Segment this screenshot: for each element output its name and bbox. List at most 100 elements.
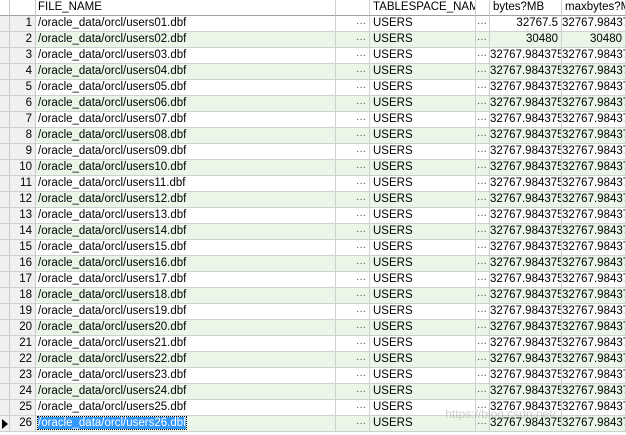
row-indicator[interactable] (0, 400, 10, 416)
cell-bytes-mb[interactable]: 32767.984375 (490, 352, 562, 368)
table-row[interactable]: 21/oracle_data/orcl/users21.dbf ··· USERS ·… (0, 336, 626, 352)
cell-tablespace-name[interactable]: USERS (370, 80, 476, 96)
cell-bytes-mb[interactable]: 32767.984375 (490, 256, 562, 272)
cell-tablespace-name[interactable]: USERS (370, 400, 476, 416)
cell-expand-button-2[interactable]: ··· (476, 176, 490, 192)
cell-file-name[interactable]: /oracle_data/orcl/users14.dbf (36, 224, 336, 240)
cell-maxbytes-mb[interactable]: 32767.984375 (562, 144, 626, 160)
table-row[interactable]: 6/oracle_data/orcl/users06.dbf ··· USERS ··… (0, 96, 626, 112)
cell-file-name[interactable]: /oracle_data/orcl/users15.dbf (36, 240, 336, 256)
cell-expand-button-2[interactable]: ··· (476, 16, 490, 32)
cell-tablespace-name[interactable]: USERS (370, 288, 476, 304)
row-indicator[interactable] (0, 32, 10, 48)
cell-bytes-mb[interactable]: 32767.984375 (490, 160, 562, 176)
row-indicator[interactable] (0, 176, 10, 192)
cell-expand-button-2[interactable]: ··· (476, 32, 490, 48)
cell-tablespace-name[interactable]: USERS (370, 144, 476, 160)
cell-bytes-mb[interactable]: 32767.984375 (490, 96, 562, 112)
cell-file-name[interactable]: /oracle_data/orcl/users06.dbf (36, 96, 336, 112)
cell-expand-button[interactable]: ··· (336, 16, 370, 32)
cell-maxbytes-mb[interactable]: 32767.984375 (562, 336, 626, 352)
cell-expand-button[interactable]: ··· (336, 160, 370, 176)
cell-bytes-mb[interactable]: 32767.984375 (490, 272, 562, 288)
row-indicator[interactable] (0, 128, 10, 144)
table-row[interactable]: 17/oracle_data/orcl/users17.dbf ··· USERS ·… (0, 272, 626, 288)
cell-tablespace-name[interactable]: USERS (370, 32, 476, 48)
row-indicator[interactable] (0, 272, 10, 288)
cell-expand-button-2[interactable]: ··· (476, 288, 490, 304)
cell-file-name[interactable]: /oracle_data/orcl/users11.dbf (36, 176, 336, 192)
cell-file-name[interactable]: /oracle_data/orcl/users21.dbf (36, 336, 336, 352)
table-row[interactable]: 11/oracle_data/orcl/users11.dbf ··· USERS ·… (0, 176, 626, 192)
cell-maxbytes-mb[interactable]: 32767.984375 (562, 288, 626, 304)
cell-file-name[interactable]: /oracle_data/orcl/users03.dbf (36, 48, 336, 64)
cell-file-name[interactable]: /oracle_data/orcl/users08.dbf (36, 128, 336, 144)
cell-expand-button[interactable]: ··· (336, 288, 370, 304)
table-row[interactable]: 24/oracle_data/orcl/users24.dbf ··· USERS ·… (0, 384, 626, 400)
cell-expand-button-2[interactable]: ··· (476, 64, 490, 80)
row-indicator[interactable] (0, 64, 10, 80)
cell-bytes-mb[interactable]: 32767.984375 (490, 384, 562, 400)
column-header-bytes-mb[interactable]: bytes?MB (490, 0, 562, 16)
row-indicator[interactable] (0, 192, 10, 208)
cell-expand-button[interactable]: ··· (336, 368, 370, 384)
cell-maxbytes-mb[interactable]: 32767.984375 (562, 384, 626, 400)
header-corner[interactable] (0, 0, 10, 16)
cell-expand-button-2[interactable]: ··· (476, 368, 490, 384)
cell-maxbytes-mb[interactable]: 32767.984375 (562, 16, 626, 32)
row-indicator[interactable] (0, 160, 10, 176)
cell-bytes-mb[interactable]: 32767.984375 (490, 128, 562, 144)
table-row[interactable]: 8/oracle_data/orcl/users08.dbf ··· USERS ··… (0, 128, 626, 144)
cell-file-name[interactable]: /oracle_data/orcl/users07.dbf (36, 112, 336, 128)
cell-expand-button[interactable]: ··· (336, 128, 370, 144)
cell-maxbytes-mb[interactable]: 32767.984375 (562, 160, 626, 176)
column-header-maxbytes-mb[interactable]: maxbytes?MB (562, 0, 626, 16)
row-indicator[interactable] (0, 16, 10, 32)
cell-bytes-mb[interactable]: 32767.984375 (490, 208, 562, 224)
cell-expand-button-2[interactable]: ··· (476, 144, 490, 160)
cell-expand-button[interactable]: ··· (336, 32, 370, 48)
cell-bytes-mb[interactable]: 32767.984375 (490, 416, 562, 432)
cell-tablespace-name[interactable]: USERS (370, 112, 476, 128)
cell-bytes-mb[interactable]: 32767.984375 (490, 48, 562, 64)
cell-tablespace-name[interactable]: USERS (370, 176, 476, 192)
cell-expand-button-2[interactable]: ··· (476, 304, 490, 320)
cell-expand-button[interactable]: ··· (336, 176, 370, 192)
cell-file-name[interactable]: /oracle_data/orcl/users12.dbf (36, 192, 336, 208)
cell-bytes-mb[interactable]: 32767.984375 (490, 320, 562, 336)
cell-expand-button[interactable]: ··· (336, 416, 370, 432)
cell-file-name[interactable]: /oracle_data/orcl/users22.dbf (36, 352, 336, 368)
cell-bytes-mb[interactable]: 32767.984375 (490, 368, 562, 384)
cell-tablespace-name[interactable]: USERS (370, 128, 476, 144)
cell-tablespace-name[interactable]: USERS (370, 272, 476, 288)
cell-maxbytes-mb[interactable]: 32767.984375 (562, 352, 626, 368)
row-indicator[interactable] (0, 336, 10, 352)
cell-bytes-mb[interactable]: 32767.984375 (490, 64, 562, 80)
cell-expand-button-2[interactable]: ··· (476, 96, 490, 112)
table-row[interactable]: 16/oracle_data/orcl/users16.dbf ··· USERS ·… (0, 256, 626, 272)
cell-expand-button[interactable]: ··· (336, 144, 370, 160)
cell-expand-button-2[interactable]: ··· (476, 112, 490, 128)
cell-expand-button[interactable]: ··· (336, 256, 370, 272)
cell-tablespace-name[interactable]: USERS (370, 208, 476, 224)
row-indicator[interactable] (0, 208, 10, 224)
cell-maxbytes-mb[interactable]: 32767.984375 (562, 208, 626, 224)
cell-maxbytes-mb[interactable]: 32767.984375 (562, 80, 626, 96)
row-indicator[interactable] (0, 144, 10, 160)
cell-bytes-mb[interactable]: 32767.984375 (490, 336, 562, 352)
cell-file-name[interactable]: /oracle_data/orcl/users02.dbf (36, 32, 336, 48)
cell-maxbytes-mb[interactable]: 32767.984375 (562, 64, 626, 80)
cell-maxbytes-mb[interactable]: 32767.984375 (562, 112, 626, 128)
cell-bytes-mb[interactable]: 32767.984375 (490, 192, 562, 208)
cell-file-name[interactable]: /oracle_data/orcl/users20.dbf (36, 320, 336, 336)
cell-expand-button-2[interactable]: ··· (476, 336, 490, 352)
table-row[interactable]: 1/oracle_data/orcl/users01.dbf ··· USERS ··… (0, 16, 626, 32)
cell-tablespace-name[interactable]: USERS (370, 48, 476, 64)
cell-expand-button[interactable]: ··· (336, 400, 370, 416)
row-indicator[interactable] (0, 368, 10, 384)
cell-tablespace-name[interactable]: USERS (370, 224, 476, 240)
cell-maxbytes-mb[interactable]: 32767.984375 (562, 400, 626, 416)
cell-expand-button[interactable]: ··· (336, 352, 370, 368)
row-indicator[interactable] (0, 80, 10, 96)
cell-bytes-mb[interactable]: 32767.984375 (490, 304, 562, 320)
